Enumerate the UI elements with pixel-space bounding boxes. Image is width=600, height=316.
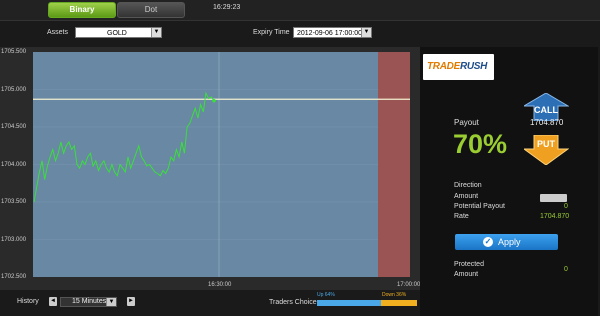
x-tick-label: 16:30:00 <box>208 282 232 288</box>
up-percent-label: Up 64% <box>317 292 335 298</box>
tab-binary[interactable]: Binary <box>48 2 116 18</box>
history-select[interactable]: 15 Minutes ▼ <box>60 297 117 307</box>
last-price-point <box>212 98 216 103</box>
direction-label: Direction <box>454 182 482 189</box>
expiry-zone <box>378 52 410 277</box>
rate-value: 1704.870 <box>540 213 570 220</box>
y-tick-label: 1702.500 <box>1 274 27 280</box>
price-chart <box>33 52 410 277</box>
expiry-time-value: 2012-09-06 17:00:00 <box>297 30 362 37</box>
check-icon: ✓ <box>483 237 493 247</box>
apply-button[interactable]: ✓ Apply <box>455 234 558 250</box>
asset-select-value: GOLD <box>107 30 127 37</box>
trade-panel: TRADERUSH CALL Payout 1704.870 70% PUT D… <box>420 47 598 316</box>
protected-amount-label: Amount <box>454 271 479 278</box>
payout-value: 70% <box>453 129 508 159</box>
call-button[interactable]: CALL <box>524 93 569 121</box>
amount-label: Amount <box>454 193 479 200</box>
logo-text-accent: RUSH <box>459 61 488 72</box>
history-next-button[interactable]: ► <box>127 297 135 306</box>
history-label: History <box>17 298 39 305</box>
amount-input[interactable] <box>540 194 567 202</box>
potential-payout-value: 0 <box>564 203 568 210</box>
chart-area: 1705.500 1705.000 1704.500 1704.000 1703.500… <box>0 47 420 290</box>
rate-label: Rate <box>454 213 469 220</box>
asset-select[interactable]: GOLD ▼ <box>75 27 162 38</box>
protected-label: Protected <box>454 261 484 268</box>
y-tick-label: 1703.000 <box>1 236 27 243</box>
clock: 16:29:23 <box>213 4 241 11</box>
potential-payout-label: Potential Payout <box>454 203 505 210</box>
y-tick-label: 1705.000 <box>1 86 27 93</box>
payout-label: Payout <box>454 118 479 127</box>
down-percent-label: Down 36% <box>382 292 407 298</box>
y-tick-label: 1704.500 <box>1 124 27 130</box>
y-tick-label: 1705.500 <box>1 49 27 55</box>
traders-choice-label: Traders Choice <box>269 299 317 306</box>
chevron-down-icon[interactable]: ▼ <box>361 28 371 37</box>
chevron-down-icon[interactable]: ▼ <box>151 28 161 37</box>
history-prev-button[interactable]: ◄ <box>49 297 57 306</box>
y-tick-label: 1704.000 <box>1 161 27 168</box>
expiry-time-label: Expiry Time <box>253 29 290 36</box>
x-tick-label: 17:00:00 <box>397 282 421 288</box>
protected-amount-value: 0 <box>564 266 568 273</box>
current-price: 1704.870 <box>530 118 564 127</box>
put-label: PUT <box>537 139 556 149</box>
tab-dot[interactable]: Dot <box>117 2 185 18</box>
traderush-logo: TRADERUSH <box>423 54 494 80</box>
put-button[interactable]: PUT <box>524 135 569 165</box>
up-bar <box>317 300 381 306</box>
y-tick-label: 1703.500 <box>1 199 27 205</box>
logo-text: TRADE <box>427 61 460 72</box>
expiry-time-select[interactable]: 2012-09-06 17:00:00 ▼ <box>293 27 372 38</box>
down-bar <box>381 300 417 306</box>
chevron-down-icon[interactable]: ▼ <box>106 298 116 306</box>
top-bar: Binary Dot 16:29:23 <box>0 0 600 21</box>
bottom-bar: History ◄ 15 Minutes ▼ ► Traders Choice … <box>0 292 420 312</box>
call-label: CALL <box>534 105 558 115</box>
filter-bar: Assets GOLD ▼ Expiry Time 2012-09-06 17:… <box>0 25 420 43</box>
apply-label: Apply <box>498 237 521 247</box>
history-select-value: 15 Minutes <box>72 298 107 305</box>
assets-label: Assets <box>47 29 69 36</box>
